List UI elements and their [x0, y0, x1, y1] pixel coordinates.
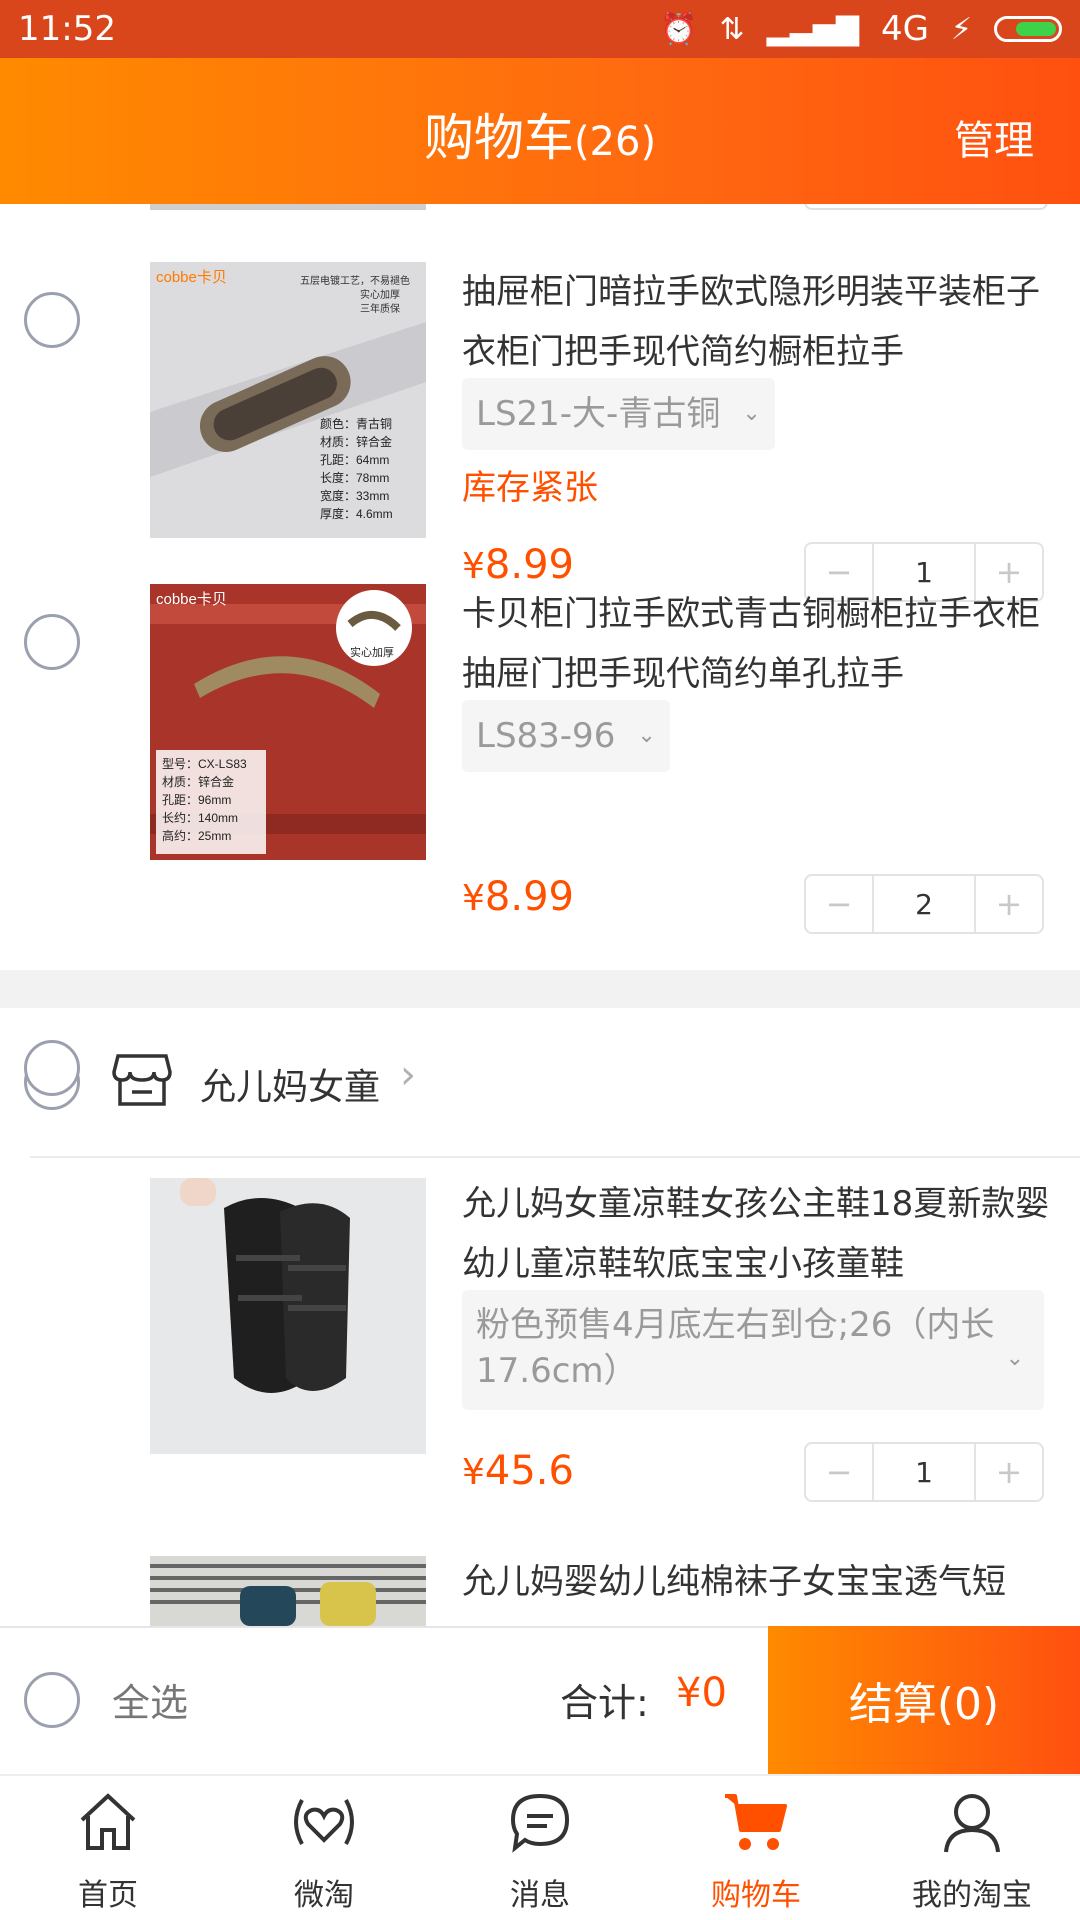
cart-icon [725, 1794, 787, 1850]
bottom-tab-bar: 首页 微淘 消息 购物车 我的淘宝 [0, 1774, 1080, 1920]
tab-cart[interactable]: 购物车 [648, 1776, 864, 1920]
header-bar: 购物车(26) 管理 [0, 58, 1080, 204]
chevron-down-icon: ⌄ [1005, 1346, 1024, 1371]
signal-icon: ▂▃▅▇ [766, 11, 859, 47]
data-arrows-icon: ⇅ [719, 11, 745, 47]
page-title: 购物车(26) [0, 98, 1080, 170]
product-image[interactable]: 实心加厚 cobbe卡贝 型号：CX-LS83 材质：锌合金 孔距：96mm 长… [150, 584, 426, 860]
quantity-value[interactable]: 2 [872, 876, 976, 932]
shop-separator [0, 970, 1080, 1008]
sku-text: LS83-96 [476, 716, 616, 756]
divider [30, 1156, 1080, 1158]
tab-label: 我的淘宝 [912, 1878, 1032, 1913]
tab-label: 消息 [510, 1878, 570, 1913]
chevron-down-icon: ⌄ [742, 401, 761, 426]
decrease-button[interactable]: − [806, 1444, 872, 1500]
status-time: 11:52 [18, 9, 116, 49]
select-all-label[interactable]: 全选 [112, 1672, 188, 1727]
chevron-right-icon: › [400, 1052, 416, 1098]
quantity-stepper: − 1 + [804, 1442, 1044, 1502]
sku-text: LS21-大-青古铜 [476, 394, 721, 434]
page-title-text: 购物车 [423, 109, 574, 167]
tab-messages[interactable]: 消息 [432, 1776, 648, 1920]
svg-text:三年质保: 三年质保 [360, 302, 400, 315]
shop-name[interactable]: 允儿妈女童 [200, 1058, 380, 1110]
svg-text:孔距：64mm: 孔距：64mm [320, 453, 389, 467]
svg-text:型号：CX-LS83: 型号：CX-LS83 [162, 757, 247, 771]
item-checkbox[interactable] [24, 292, 80, 348]
item-checkbox[interactable] [24, 614, 80, 670]
network-type: 4G [880, 9, 929, 49]
alarm-icon: ⏰ [660, 11, 698, 47]
tab-home[interactable]: 首页 [0, 1776, 216, 1920]
charging-icon: ⚡ [950, 11, 972, 47]
product-image[interactable] [150, 1178, 426, 1454]
svg-text:颜色：青古铜: 颜色：青古铜 [320, 416, 392, 431]
svg-text:五层电镀工艺，不易褪色: 五层电镀工艺，不易褪色 [300, 274, 410, 287]
svg-text:cobbe卡贝: cobbe卡贝 [156, 591, 227, 608]
sku-text: 粉色预售4月底左右到仓;26（内长17.6cm） [476, 1305, 995, 1391]
chevron-down-icon: ⌄ [637, 723, 656, 748]
svg-text:宽度：33mm: 宽度：33mm [320, 488, 389, 503]
sku-selector[interactable]: LS83-96 ⌄ [462, 700, 670, 772]
sku-selector[interactable]: LS21-大-青古铜 ⌄ [462, 378, 775, 450]
tab-label: 微淘 [294, 1878, 354, 1913]
product-image[interactable]: cobbe卡贝 五层电镀工艺，不易褪色 实心加厚 三年质保 颜色：青古铜 材质：… [150, 262, 426, 538]
product-image[interactable] [150, 1556, 426, 1626]
cart-item: cobbe卡贝 五层电镀工艺，不易褪色 实心加厚 三年质保 颜色：青古铜 材质：… [0, 204, 1080, 538]
cart-count: (26) [573, 119, 657, 165]
svg-text:实心加厚: 实心加厚 [360, 288, 400, 301]
svg-text:厚度：4.6mm: 厚度：4.6mm [320, 506, 393, 521]
tab-my-taobao[interactable]: 我的淘宝 [864, 1776, 1080, 1920]
svg-text:材质：锌合金: 材质：锌合金 [162, 774, 234, 789]
quantity-stepper: − 2 + [804, 874, 1044, 934]
product-title[interactable]: 允儿妈女童凉鞋女孩公主鞋18夏新款婴幼儿童凉鞋软底宝宝小孩童鞋 [462, 1174, 1052, 1294]
item-price: ¥45.6 [462, 1448, 574, 1494]
svg-text:材质：锌合金: 材质：锌合金 [320, 434, 392, 449]
status-icons: ⏰ ⇅ ▂▃▅▇ 4G ⚡ [660, 9, 1062, 49]
home-icon [80, 1793, 136, 1850]
checkout-bar: 全选 合计: ¥0 结算(0) [0, 1626, 1080, 1774]
tab-weitao[interactable]: 微淘 [216, 1776, 432, 1920]
svg-text:孔距：96mm: 孔距：96mm [162, 793, 231, 807]
product-title[interactable]: 抽屉柜门暗拉手欧式隐形明装平装柜子衣柜门把手现代简约橱柜拉手 [462, 262, 1052, 382]
weitao-heart-icon [294, 1799, 354, 1845]
svg-text:实心加厚: 实心加厚 [350, 645, 394, 659]
stock-warning: 库存紧张 [462, 468, 598, 508]
tab-label: 首页 [78, 1878, 138, 1913]
user-icon [944, 1794, 1000, 1853]
tab-label: 购物车 [711, 1878, 801, 1913]
svg-text:长度：78mm: 长度：78mm [320, 470, 389, 485]
checkout-button[interactable]: 结算(0) [768, 1626, 1080, 1774]
battery-icon [994, 16, 1062, 42]
svg-text:长约：140mm: 长约：140mm [162, 810, 238, 825]
svg-text:高约：25mm: 高约：25mm [162, 828, 231, 843]
brand-logo: cobbe卡贝 [156, 269, 227, 286]
product-title[interactable]: 允儿妈婴幼儿纯棉袜子女宝宝透气短 [462, 1552, 1052, 1612]
item-price: ¥8.99 [462, 874, 574, 920]
status-bar: 11:52 ⏰ ⇅ ▂▃▅▇ 4G ⚡ [0, 0, 1080, 58]
item-price: ¥8.99 [462, 542, 574, 588]
decrease-button[interactable]: − [806, 876, 872, 932]
item-checkbox[interactable] [24, 1040, 80, 1096]
increase-button[interactable]: + [976, 1444, 1042, 1500]
shop-header[interactable]: 允儿妈女童 › [0, 1008, 1080, 1156]
message-icon [510, 1793, 570, 1853]
total-value: ¥0 [676, 1670, 727, 1716]
manage-button[interactable]: 管理 [954, 108, 1034, 166]
increase-button[interactable]: + [976, 876, 1042, 932]
cart-list[interactable]: cobbe卡贝 五层电镀工艺，不易褪色 实心加厚 三年质保 颜色：青古铜 材质：… [0, 204, 1080, 1626]
store-icon [112, 1052, 172, 1112]
quantity-value[interactable]: 1 [872, 1444, 976, 1500]
sku-selector[interactable]: 粉色预售4月底左右到仓;26（内长17.6cm） ⌄ [462, 1290, 1044, 1410]
select-all-checkbox[interactable] [24, 1672, 80, 1728]
total-label: 合计: [560, 1681, 649, 1725]
product-title[interactable]: 卡贝柜门拉手欧式青古铜橱柜拉手衣柜抽屉门把手现代简约单孔拉手 [462, 584, 1052, 704]
